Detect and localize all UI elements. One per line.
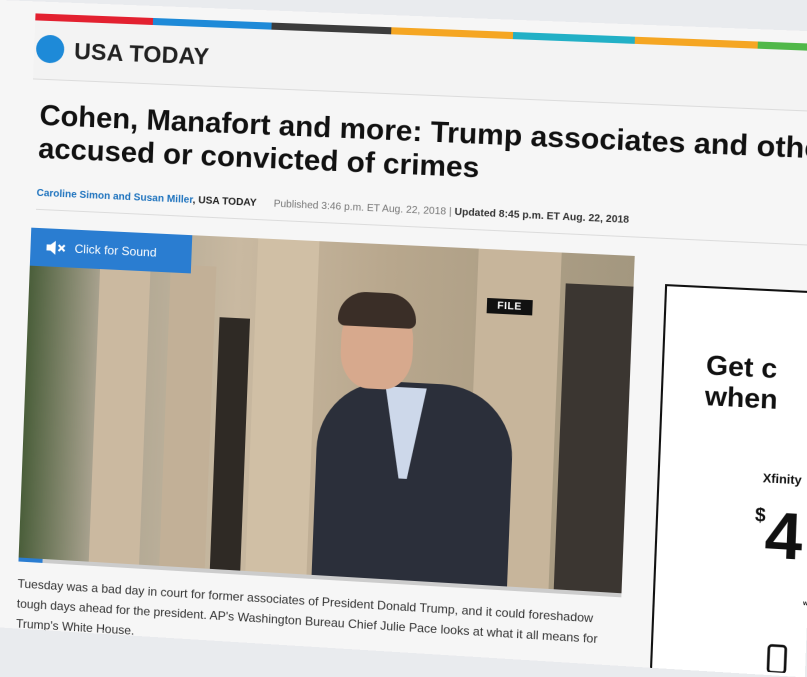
person-hair bbox=[337, 290, 418, 330]
advertisement[interactable]: Get c when Xfinity $ 4 whe with T bbox=[648, 284, 807, 677]
updated-timestamp: Updated 8:45 p.m. ET Aug. 22, 2018 bbox=[454, 206, 630, 226]
building-doorway bbox=[209, 317, 251, 571]
muted-speaker-icon bbox=[46, 240, 67, 255]
building-column bbox=[245, 238, 320, 575]
publisher-name: , USA TODAY bbox=[192, 194, 257, 209]
site-header: USA TODAY bbox=[32, 20, 807, 115]
author-links[interactable]: Caroline Simon and Susan Miller bbox=[36, 188, 192, 206]
video-player[interactable]: FILE bbox=[18, 227, 635, 594]
file-footage-tag: FILE bbox=[486, 297, 533, 316]
ad-fine-print: whe with T bbox=[768, 590, 807, 610]
ad-headline-line1: Get c bbox=[705, 349, 778, 385]
article-headline: Cohen, Manafort and more: Trump associat… bbox=[37, 99, 807, 185]
ad-price: 4 bbox=[763, 497, 804, 575]
building-doorway bbox=[553, 283, 634, 594]
ad-fine-line2: with T bbox=[802, 600, 807, 608]
building-column bbox=[88, 261, 151, 565]
page: USA TODAY Cohen, Manafort and more: Trum… bbox=[0, 0, 807, 677]
usa-today-logo-icon[interactable] bbox=[35, 34, 65, 64]
building-column bbox=[159, 264, 217, 569]
site-logo-text[interactable]: USA TODAY bbox=[74, 38, 210, 71]
publish-timestamp: Published 3:46 p.m. ET Aug. 22, 2018 | bbox=[273, 198, 455, 218]
click-for-sound-button[interactable]: Click for Sound bbox=[29, 227, 193, 274]
article-byline: Caroline Simon and Susan Miller, USA TOD… bbox=[36, 188, 629, 226]
sound-button-label: Click for Sound bbox=[74, 241, 157, 260]
ad-headline: Get c when bbox=[704, 350, 779, 415]
ad-brand: Xfinity bbox=[762, 470, 802, 488]
video-progress-fill bbox=[18, 557, 43, 563]
phone-icon bbox=[762, 641, 793, 674]
ad-headline-line2: when bbox=[704, 380, 779, 416]
